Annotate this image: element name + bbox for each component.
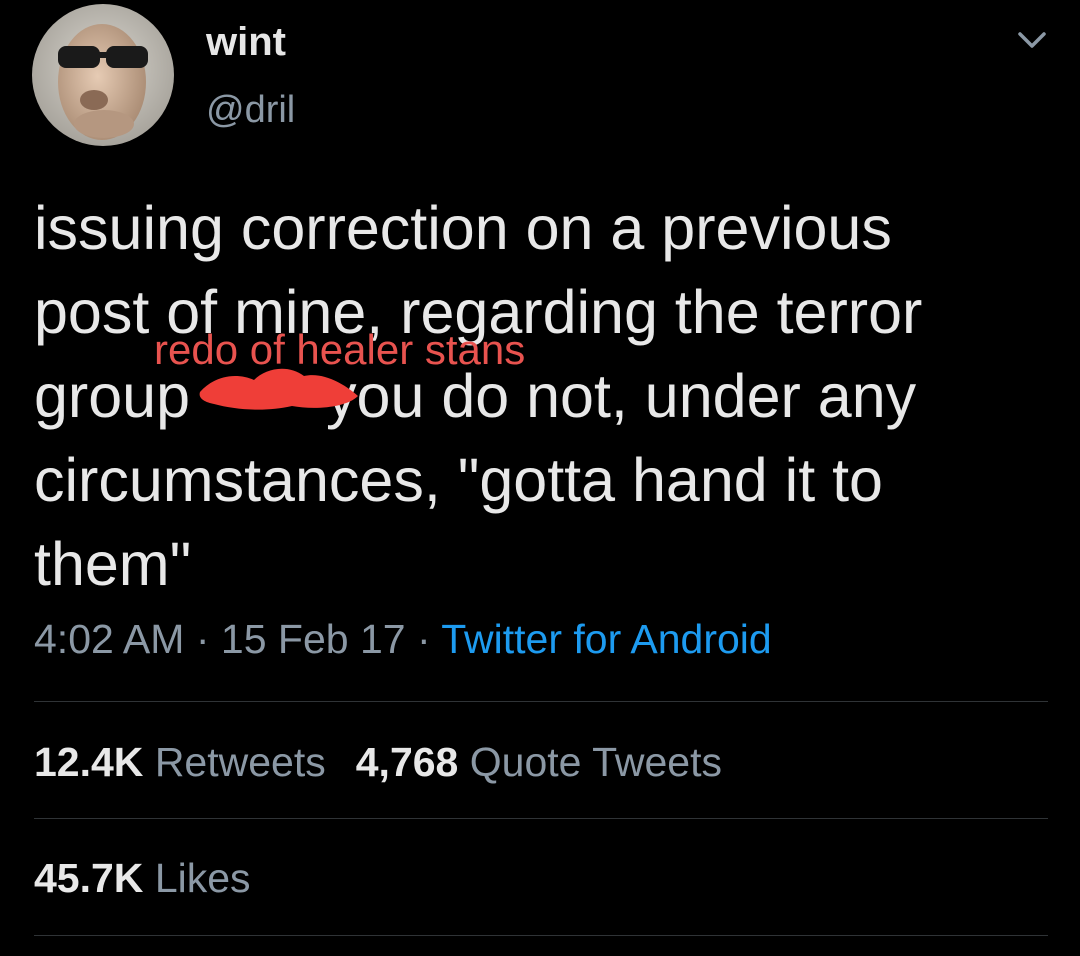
quote-tweets-label: Quote Tweets bbox=[469, 739, 722, 785]
tweet-line: circumstances, "gotta hand it to bbox=[34, 446, 883, 514]
quote-tweets-stat[interactable]: 4,768 Quote Tweets bbox=[356, 737, 722, 787]
tweet-time: 4:02 AM bbox=[34, 616, 185, 662]
divider bbox=[34, 818, 1048, 819]
likes-stat[interactable]: 45.7K Likes bbox=[34, 853, 251, 903]
profile-photo-icon bbox=[32, 4, 174, 146]
retweets-stat[interactable]: 12.4K Retweets bbox=[34, 737, 326, 787]
divider bbox=[34, 701, 1048, 702]
meta-separator: · bbox=[195, 616, 210, 662]
engagement-stats: 12.4K Retweets 4,768 Quote Tweets bbox=[34, 737, 752, 787]
retweets-label: Retweets bbox=[154, 739, 326, 785]
tweet-text: issuing correction on a previous post of… bbox=[34, 186, 1044, 606]
likes-count: 45.7K bbox=[34, 855, 144, 901]
likes-row: 45.7K Likes bbox=[34, 853, 281, 903]
quote-tweets-count: 4,768 bbox=[355, 739, 459, 785]
display-name[interactable]: wint bbox=[206, 20, 286, 64]
tweet-source-link[interactable]: Twitter for Android bbox=[441, 616, 771, 662]
meta-separator: · bbox=[416, 616, 431, 662]
chevron-down-icon[interactable] bbox=[1012, 26, 1052, 56]
avatar[interactable] bbox=[32, 4, 174, 146]
user-handle[interactable]: @dril bbox=[206, 88, 295, 132]
tweet-meta: 4:02 AM · 15 Feb 17 · Twitter for Androi… bbox=[34, 614, 772, 664]
tweet-date: 15 Feb 17 bbox=[220, 616, 406, 662]
retweets-count: 12.4K bbox=[34, 739, 144, 785]
likes-label: Likes bbox=[154, 855, 251, 901]
tweet-line: issuing correction on a previous bbox=[34, 194, 892, 262]
overlay-annotation: redo of healer stans bbox=[154, 326, 526, 373]
divider bbox=[34, 935, 1048, 936]
tweet-line: them" bbox=[34, 530, 192, 598]
